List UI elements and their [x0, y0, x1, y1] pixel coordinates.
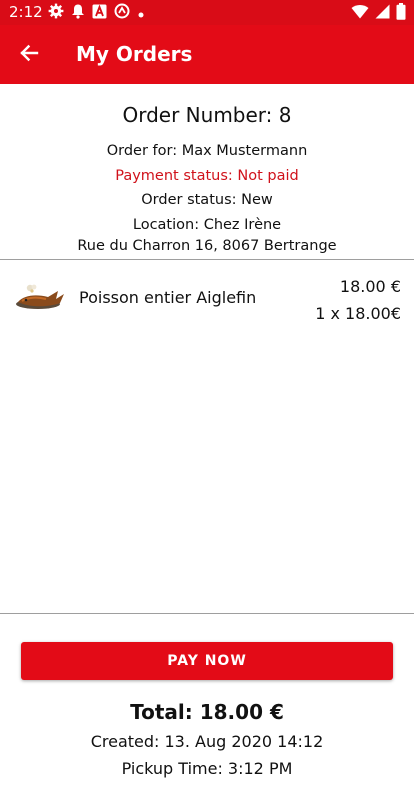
wifi-icon — [351, 4, 369, 23]
fish-dish-image — [14, 282, 66, 314]
order-for: Order for: Max Mustermann — [106, 143, 308, 159]
status-bar: 2:12 — [0, 0, 414, 25]
arrow-back-icon — [19, 43, 39, 67]
pickup-time: Pickup Time: 3:12 PM — [121, 759, 293, 778]
cell-signal-icon — [375, 4, 390, 23]
order-total: Total: 18.00 € — [130, 700, 284, 724]
item-quantity: 1 x 18.00€ — [315, 304, 401, 323]
app-bar: My Orders — [0, 25, 414, 84]
header-divider — [0, 259, 414, 260]
created-date: Created: 13. Aug 2020 14:12 — [90, 732, 324, 751]
order-header: Order Number: 8 Order for: Max Musterman… — [0, 84, 414, 255]
bell-icon — [71, 3, 85, 23]
page-title: My Orders — [76, 42, 193, 66]
footer-divider — [0, 613, 414, 614]
back-button[interactable] — [14, 40, 44, 70]
app-a-icon — [92, 4, 107, 23]
location-name: Location: Chez Irène — [132, 216, 282, 233]
system-icons — [351, 2, 406, 24]
status-time: 2:12 — [9, 3, 43, 21]
location-address: Rue du Charron 16, 8067 Bertrange — [77, 237, 337, 254]
order-number: Order Number: 8 — [122, 103, 292, 127]
list-item: Poisson entier Aiglefin 18.00 € 1 x 18.0… — [0, 270, 414, 330]
payment-status: Payment status: Not paid — [115, 167, 299, 184]
pay-now-button[interactable]: PAY NOW — [21, 642, 393, 680]
sync-circle-icon — [114, 3, 130, 23]
item-price: 18.00 € — [339, 277, 401, 296]
settings-gear-icon — [48, 3, 64, 23]
notification-icons — [48, 3, 145, 23]
order-status: Order status: New — [141, 192, 273, 208]
item-name: Poisson entier Aiglefin — [79, 288, 257, 307]
battery-icon — [396, 2, 406, 24]
dot-icon — [137, 4, 145, 23]
